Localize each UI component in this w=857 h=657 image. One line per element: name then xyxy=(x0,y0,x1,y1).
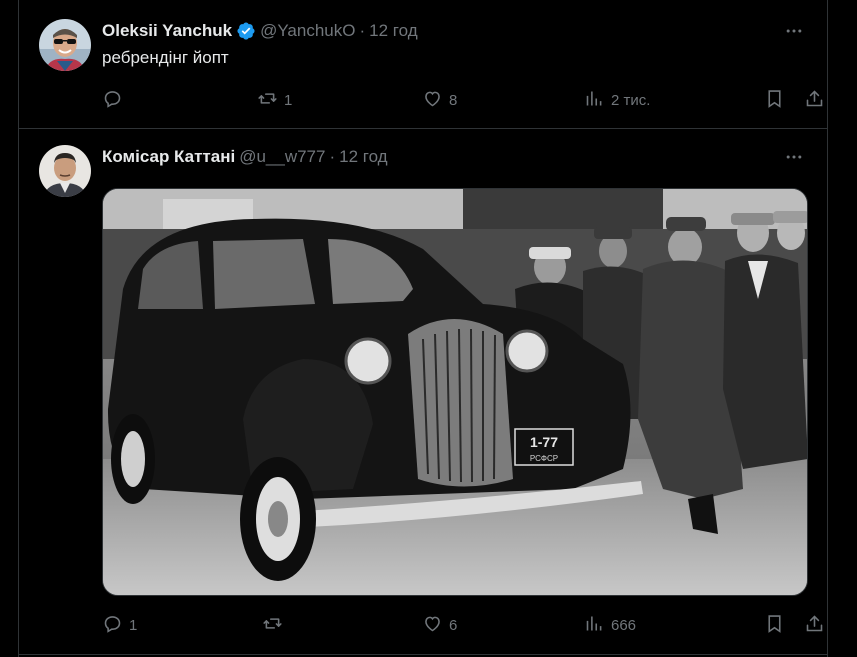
like-icon xyxy=(422,88,443,113)
like-icon xyxy=(422,613,443,638)
share-button[interactable] xyxy=(804,613,825,637)
verified-icon xyxy=(236,21,256,41)
like-count: 6 xyxy=(449,616,458,634)
tweet[interactable]: Oleksii Yanchuk @YanchukO · 12 год ребре… xyxy=(19,0,827,129)
action-bar: 1 8 2 тис. xyxy=(102,88,823,112)
views-button[interactable]: 2 тис. xyxy=(584,88,650,112)
reply-icon xyxy=(102,88,123,113)
tweet-header: Комісар Каттані @u__w777 · 12 год xyxy=(102,145,388,169)
reply-icon xyxy=(102,613,123,638)
timestamp[interactable]: 12 год xyxy=(369,21,417,41)
views-icon xyxy=(584,613,605,638)
author-name[interactable]: Комісар Каттані xyxy=(102,147,235,167)
more-icon[interactable] xyxy=(783,146,805,168)
like-button[interactable]: 8 xyxy=(422,88,457,112)
author-handle[interactable]: @YanchukO xyxy=(260,21,355,41)
like-count: 8 xyxy=(449,91,458,109)
separator-dot: · xyxy=(359,21,366,40)
bookmark-button[interactable] xyxy=(764,613,785,637)
share-icon xyxy=(804,613,825,638)
plate-number: 1-77 xyxy=(530,434,558,450)
view-count: 2 тис. xyxy=(611,91,651,109)
avatar[interactable] xyxy=(39,19,91,71)
share-button[interactable] xyxy=(804,88,825,112)
author-handle[interactable]: @u__w777 xyxy=(239,147,325,167)
timestamp[interactable]: 12 год xyxy=(339,147,387,167)
bookmark-button[interactable] xyxy=(764,88,785,112)
separator-dot: · xyxy=(329,147,336,166)
retweet-icon xyxy=(262,613,283,638)
reply-button[interactable]: 1 xyxy=(102,613,137,637)
view-count: 666 xyxy=(611,616,637,634)
share-icon xyxy=(804,88,825,113)
avatar[interactable] xyxy=(39,145,91,197)
retweet-button[interactable]: 1 xyxy=(257,88,292,112)
tweet-text: ребрендінг йопт xyxy=(102,48,229,67)
reply-count: 1 xyxy=(129,616,138,634)
action-bar: 1 6 666 xyxy=(102,613,823,637)
tweet[interactable]: Комісар Каттані @u__w777 · 12 год 1-77 Р… xyxy=(19,129,827,655)
like-button[interactable]: 6 xyxy=(422,613,457,637)
more-icon[interactable] xyxy=(783,20,805,42)
retweet-count: 1 xyxy=(284,91,293,109)
retweet-icon xyxy=(257,88,278,113)
plate-region: РСФСР xyxy=(530,454,558,463)
views-icon xyxy=(584,88,605,113)
bookmark-icon xyxy=(764,613,785,638)
bookmark-icon xyxy=(764,88,785,113)
tweet-photo[interactable]: 1-77 РСФСР xyxy=(102,188,808,596)
author-name[interactable]: Oleksii Yanchuk xyxy=(102,21,232,41)
reply-button[interactable] xyxy=(102,88,129,112)
tweet-header: Oleksii Yanchuk @YanchukO · 12 год xyxy=(102,19,418,43)
timeline-feed: Oleksii Yanchuk @YanchukO · 12 год ребре… xyxy=(18,0,828,657)
retweet-button[interactable] xyxy=(262,613,289,637)
views-button[interactable]: 666 xyxy=(584,613,636,637)
